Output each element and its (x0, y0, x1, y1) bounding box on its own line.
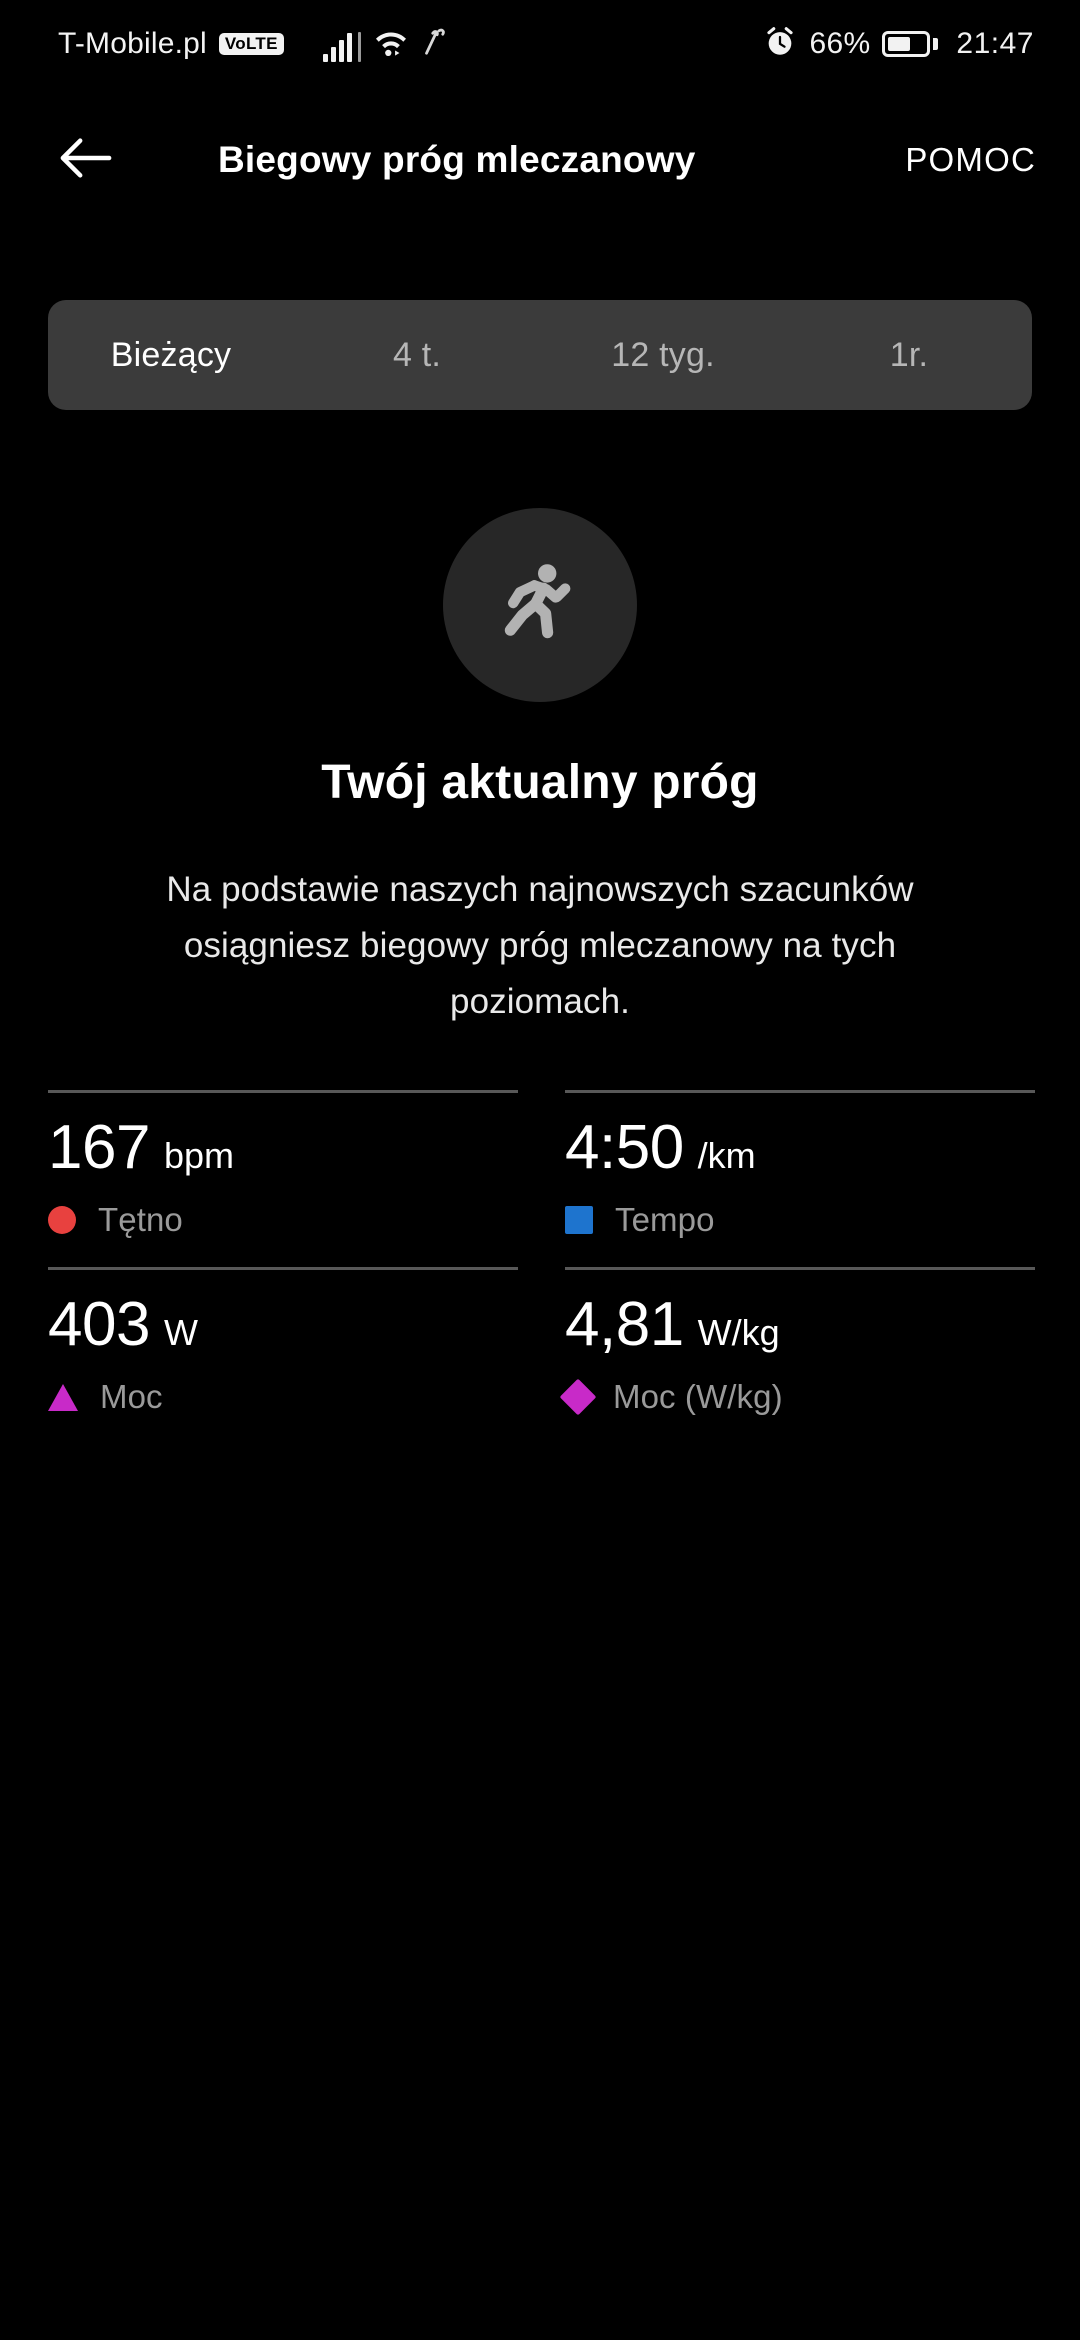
metric-unit: W/kg (697, 1312, 780, 1353)
metric-value: 4,81 (565, 1290, 684, 1359)
signal-bars-icon (322, 31, 361, 62)
status-bar-icons (322, 27, 447, 62)
metric-divider (48, 1267, 518, 1270)
status-bar-left: T-Mobile.pl VoLTE (58, 27, 447, 62)
heart-rate-marker-icon (48, 1206, 76, 1234)
back-button[interactable] (48, 122, 124, 198)
metric-card-heart-rate: 167 bpm Tętno (48, 1090, 518, 1239)
battery-percent-label: 66% (809, 27, 871, 60)
back-arrow-icon (59, 136, 113, 185)
metric-legend: Moc (48, 1378, 518, 1416)
metric-value: 4:50 (565, 1113, 684, 1182)
metric-label: Moc (W/kg) (613, 1378, 783, 1415)
metric-divider (48, 1090, 518, 1093)
status-bar-right: 66% 21:47 (763, 0, 1034, 88)
clock-label: 21:47 (956, 27, 1034, 60)
hero-description: Na podstawie naszych najnowszych szacunk… (166, 870, 914, 1021)
metric-card-power-per-kg: 4,81 W/kg Moc (W/kg) (559, 1267, 1035, 1416)
hero-icon-circle (443, 508, 637, 702)
running-person-icon (492, 555, 588, 656)
metric-label: Tempo (615, 1201, 715, 1238)
battery-icon (882, 31, 939, 57)
status-bar: T-Mobile.pl VoLTE 66% 21:47 (0, 0, 1080, 88)
metric-legend: Moc (W/kg) (559, 1378, 1035, 1416)
wifi-icon (374, 27, 408, 62)
help-button[interactable]: POMOC (889, 112, 1052, 208)
tab-12tyg[interactable]: 12 tyg. (540, 300, 786, 410)
nfc-icon (421, 27, 447, 62)
metric-value: 403 (48, 1290, 150, 1359)
power-marker-icon (48, 1383, 78, 1411)
metric-value-row: 4:50 /km (565, 1117, 1035, 1179)
metric-unit: bpm (163, 1135, 234, 1176)
alarm-clock-icon (763, 25, 797, 64)
pace-marker-icon (565, 1206, 593, 1234)
hero-title: Twój aktualny próg (321, 756, 759, 809)
metric-card-power: 403 W Moc (48, 1267, 518, 1416)
metric-legend: Tętno (48, 1201, 518, 1239)
metric-legend: Tempo (565, 1201, 1035, 1239)
tab-4t[interactable]: 4 t. (294, 300, 540, 410)
metric-divider (565, 1090, 1035, 1093)
volte-badge: VoLTE (218, 33, 284, 55)
tab-1r[interactable]: 1r. (786, 300, 1032, 410)
metric-label: Moc (100, 1378, 163, 1415)
metric-unit: /km (697, 1135, 756, 1176)
page-title: Biegowy próg mleczanowy (218, 139, 696, 180)
app-bar: Biegowy próg mleczanowy POMOC (0, 112, 1080, 208)
metric-value: 167 (48, 1113, 150, 1182)
app-screen: T-Mobile.pl VoLTE 66% 21:47 Biegowy próg… (0, 0, 1080, 2340)
power-per-kg-marker-icon (559, 1378, 597, 1416)
carrier-label: T-Mobile.pl (58, 27, 207, 60)
metric-card-pace: 4:50 /km Tempo (565, 1090, 1035, 1239)
metric-divider (565, 1267, 1035, 1270)
metric-label: Tętno (98, 1201, 183, 1238)
metrics-grid: 167 bpm Tętno 4:50 /km Tempo 403 W Moc 4… (48, 1090, 1035, 1444)
tab-biezacy[interactable]: Bieżący (48, 300, 294, 410)
metric-value-row: 167 bpm (48, 1117, 518, 1179)
metric-value-row: 4,81 W/kg (565, 1294, 1035, 1356)
period-tab-bar: Bieżący 4 t. 12 tyg. 1r. (48, 300, 1032, 410)
metric-unit: W (163, 1312, 198, 1353)
metric-value-row: 403 W (48, 1294, 518, 1356)
